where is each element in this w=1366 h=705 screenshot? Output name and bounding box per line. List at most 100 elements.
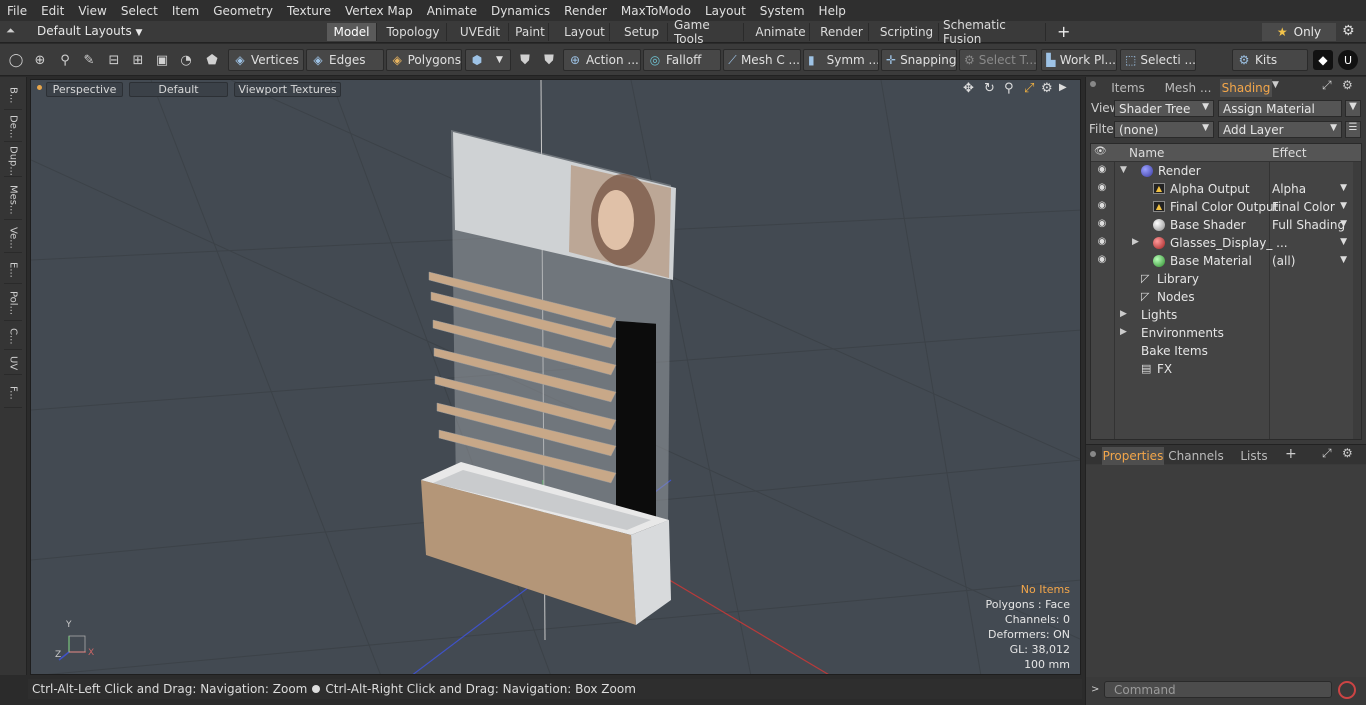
record-icon[interactable]	[1338, 681, 1356, 699]
only-toggle[interactable]: ★ Only	[1262, 23, 1336, 41]
left-tab-5[interactable]: E...	[4, 256, 22, 284]
brush-icon[interactable]: ✎	[79, 50, 99, 70]
tree-row[interactable]: ◉ ▼ Render	[1091, 162, 1361, 180]
visibility-eye-icon[interactable]: ◉	[1094, 182, 1110, 193]
left-tab-9[interactable]: F...	[4, 378, 22, 408]
visibility-header-icon[interactable]: 👁	[1094, 146, 1107, 157]
panel-tab-2[interactable]: Shading	[1220, 79, 1272, 97]
rotate-view-icon[interactable]: ↻	[984, 81, 995, 96]
zoom-view-icon[interactable]: ⚲	[1004, 81, 1014, 96]
viewport-textures-button[interactable]: Viewport Textures	[234, 82, 341, 97]
view-dropdown[interactable]: Shader Tree ▼	[1114, 100, 1214, 117]
tab-model[interactable]: Model	[327, 23, 377, 41]
menu-maxtomodo[interactable]: MaxToModo	[614, 4, 698, 18]
maximize-properties-icon[interactable]: ⤢	[1322, 446, 1332, 461]
unreal-icon[interactable]: U	[1338, 50, 1358, 70]
name-column-header[interactable]: Name	[1129, 146, 1164, 160]
list-options-icon[interactable]: ☰	[1345, 121, 1361, 138]
material-mode-button[interactable]: ⬢ ▼	[465, 49, 511, 71]
tree-item-effect[interactable]: (all)	[1272, 254, 1295, 268]
chevron-down-icon[interactable]: ▼	[1340, 183, 1347, 193]
tab-paint[interactable]: Paint	[512, 23, 549, 41]
tree-row[interactable]: ▶ Environments	[1091, 324, 1361, 342]
shield-icon[interactable]: ⬟	[202, 50, 222, 70]
tree-item-effect[interactable]: Full Shading	[1272, 218, 1345, 232]
chevron-down-icon[interactable]: ▼	[1340, 219, 1347, 229]
left-tab-2[interactable]: Dup...	[4, 145, 22, 177]
tree-row[interactable]: ◉ ▲ Final Color Output Final Color ▼	[1091, 198, 1361, 216]
unity-icon[interactable]: ◆	[1313, 50, 1333, 70]
layout-arrow-icon[interactable]: ⏶	[6, 24, 22, 40]
vertices-button[interactable]: ◈ Vertices	[228, 49, 304, 71]
menu-dynamics[interactable]: Dynamics	[484, 4, 557, 18]
tab-scripting[interactable]: Scripting	[875, 23, 939, 41]
add-layer-dropdown[interactable]: Add Layer ▼	[1218, 121, 1342, 138]
tab-render[interactable]: Render	[815, 23, 869, 41]
bottom-tab-properties[interactable]: Properties	[1102, 447, 1164, 465]
tab-uvedit[interactable]: UVEdit	[452, 23, 509, 41]
left-tab-3[interactable]: Mes...	[4, 180, 22, 220]
perspective-button[interactable]: Perspective	[46, 82, 123, 97]
add-properties-tab-button[interactable]: +	[1285, 446, 1297, 462]
left-tab-4[interactable]: Ve...	[4, 223, 22, 253]
menu-help[interactable]: Help	[812, 4, 853, 18]
move-view-icon[interactable]: ✥	[963, 81, 974, 96]
fit-view-icon[interactable]: ⤢	[1024, 81, 1034, 96]
expand-arrow-icon[interactable]: ▶	[1132, 237, 1139, 247]
tree-row[interactable]: ◸ Nodes	[1091, 288, 1361, 306]
chevron-down-icon[interactable]: ▼	[1340, 201, 1347, 211]
select-through-icon[interactable]: ⛊	[515, 50, 535, 70]
gear-icon[interactable]: ⚙	[1342, 23, 1358, 39]
menu-view[interactable]: View	[71, 4, 113, 18]
visibility-eye-icon[interactable]: ◉	[1094, 200, 1110, 211]
viewport-dot-icon[interactable]	[37, 85, 42, 90]
tree-row[interactable]: ◸ Library	[1091, 270, 1361, 288]
pen-icon[interactable]: ⚲	[55, 50, 75, 70]
action-center-button[interactable]: ⊕ Action ...	[563, 49, 641, 71]
tab-layout[interactable]: Layout	[560, 23, 610, 41]
assign-material-button[interactable]: Assign Material	[1218, 100, 1342, 117]
chevron-down-icon[interactable]: ▼	[1340, 255, 1347, 265]
display-stand-model[interactable]	[421, 130, 676, 625]
symmetry-select-icon[interactable]: ⛊	[539, 50, 559, 70]
tab-schematic-fusion[interactable]: Schematic Fusion	[943, 18, 1046, 46]
globe-icon[interactable]: ⊕	[30, 50, 50, 70]
menu-file[interactable]: File	[0, 4, 34, 18]
tree-row[interactable]: ◉ ▲ Alpha Output Alpha ▼	[1091, 180, 1361, 198]
visibility-eye-icon[interactable]: ◉	[1094, 236, 1110, 247]
maximize-panel-icon[interactable]: ⤢	[1322, 78, 1332, 93]
viewport-menu-arrow-icon[interactable]: ▶	[1059, 82, 1067, 93]
kits-button[interactable]: ⚙ Kits	[1232, 49, 1308, 71]
left-tab-8[interactable]: UV	[4, 353, 22, 375]
circle-select-icon[interactable]: ◯	[6, 50, 26, 70]
visibility-eye-icon[interactable]: ◉	[1094, 218, 1110, 229]
shading-default-button[interactable]: Default	[129, 82, 228, 97]
tab-overflow-chevron-icon[interactable]: ▼	[1272, 80, 1279, 90]
viewport-scene[interactable]	[31, 80, 1081, 675]
square-circle-icon[interactable]: ▣	[152, 50, 172, 70]
bottom-tab-channels[interactable]: Channels	[1168, 447, 1224, 465]
menu-item[interactable]: Item	[165, 4, 206, 18]
menu-texture[interactable]: Texture	[280, 4, 338, 18]
left-tab-6[interactable]: Pol...	[4, 287, 22, 321]
effect-column-header[interactable]: Effect	[1272, 146, 1307, 160]
add-tab-button[interactable]: +	[1057, 22, 1071, 41]
work-plane-button[interactable]: ▙ Work Pl...	[1041, 49, 1117, 71]
clock-icon[interactable]: ◔	[176, 50, 196, 70]
tree-row[interactable]: ▶ Lights	[1091, 306, 1361, 324]
select-through-button[interactable]: ⚙ Select T...	[959, 49, 1037, 71]
snapping-button[interactable]: ✛ Snapping	[881, 49, 957, 71]
polygons-button[interactable]: ◈ Polygons	[386, 49, 462, 71]
selection-sets-button[interactable]: ⬚ Selecti ...	[1120, 49, 1196, 71]
left-tab-7[interactable]: C...	[4, 324, 22, 350]
tab-setup[interactable]: Setup	[616, 23, 668, 41]
tab-game-tools[interactable]: Game Tools	[674, 18, 744, 46]
visibility-eye-icon[interactable]: ◉	[1094, 164, 1110, 175]
visibility-eye-icon[interactable]: ◉	[1094, 254, 1110, 265]
edges-button[interactable]: ◈ Edges	[306, 49, 384, 71]
expand-arrow-icon[interactable]: ▶	[1120, 309, 1127, 319]
tree-item-effect[interactable]: Final Color	[1272, 200, 1335, 214]
symmetry-button[interactable]: ▮ Symm ...	[803, 49, 879, 71]
align-icon[interactable]: ⊟	[104, 50, 124, 70]
tree-item-effect[interactable]: Alpha	[1272, 182, 1306, 196]
